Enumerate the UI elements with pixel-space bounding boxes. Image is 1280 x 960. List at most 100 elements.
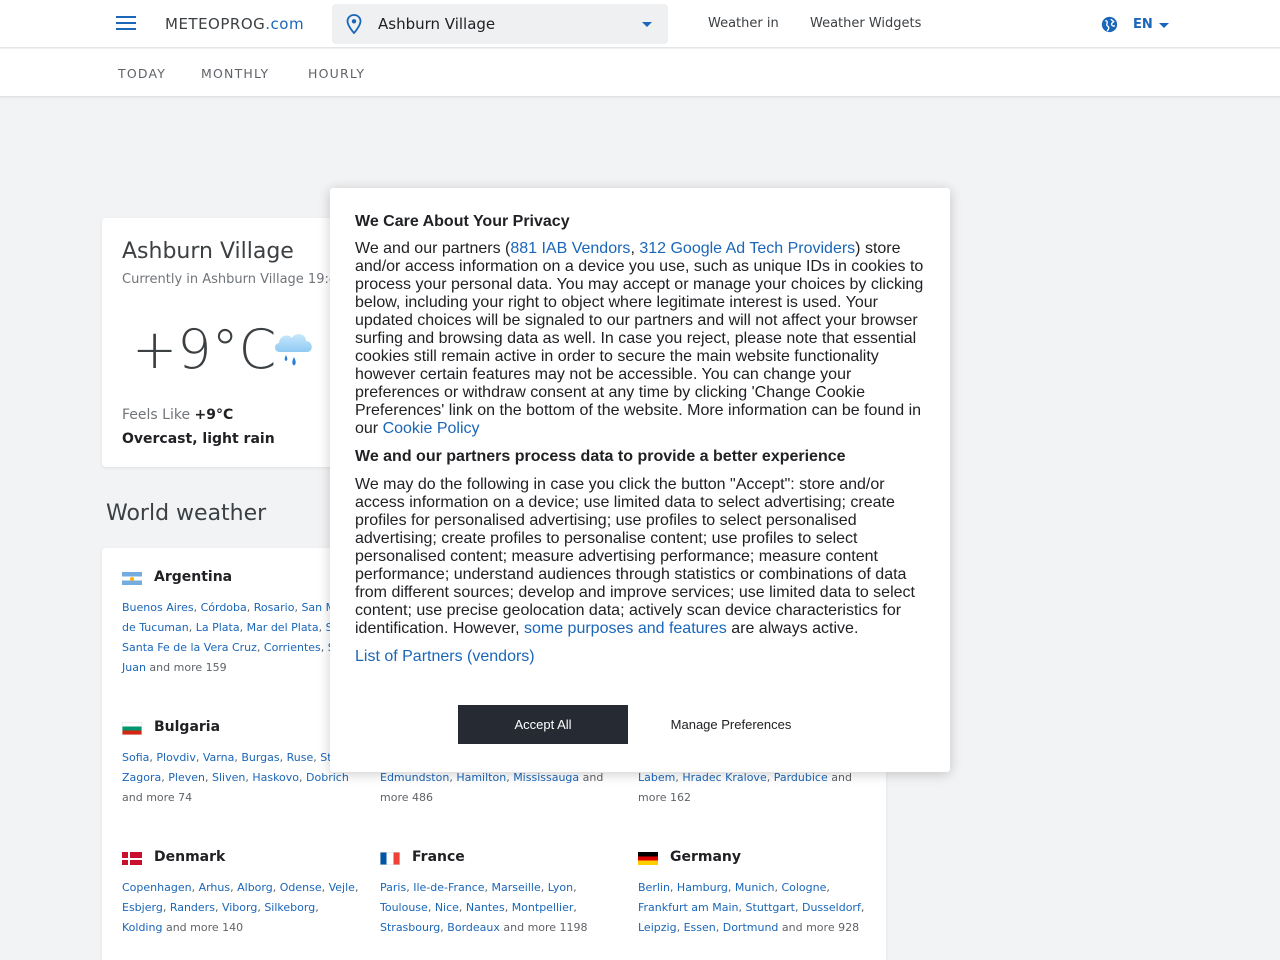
city-link[interactable]: Leipzig [638, 921, 677, 934]
city-link[interactable]: Pleven [168, 771, 205, 784]
city-list: Buenos Aires, Córdoba, Rosario, San Migu… [122, 598, 362, 678]
country-header: Denmark [122, 848, 362, 868]
partners-list-link[interactable]: List of Partners (vendors) [355, 648, 535, 666]
city-link[interactable]: Ile-de-France [413, 881, 484, 894]
site-logo[interactable]: METEOPROG.com [165, 15, 304, 33]
tab-hourly[interactable]: HOURLY [308, 66, 365, 81]
city-link[interactable]: Nice [435, 901, 459, 914]
flag-cross [122, 857, 142, 860]
country-name[interactable]: Germany [670, 849, 741, 865]
city-link[interactable]: Cologne [781, 881, 826, 894]
city-link[interactable]: Hamilton [456, 771, 506, 784]
separator: , [318, 621, 326, 634]
city-link[interactable]: Lyon [548, 881, 573, 894]
city-link[interactable]: Berlin [638, 881, 670, 894]
city-link[interactable]: Silkeborg [264, 901, 315, 914]
city-link[interactable]: Dobrich [306, 771, 349, 784]
city-link[interactable]: Edmundston [380, 771, 449, 784]
consent-subtitle: We and our partners process data to prov… [355, 448, 846, 465]
separator: , [214, 901, 222, 914]
city-link[interactable]: Nantes [466, 901, 505, 914]
chevron-down-icon[interactable] [642, 22, 652, 27]
city-link[interactable]: Burgas [241, 751, 279, 764]
city-link[interactable]: Pardubice [774, 771, 828, 784]
city-link[interactable]: Corrientes [264, 641, 321, 654]
current-temperature: +9°C [132, 318, 277, 381]
city-link[interactable]: Frankfurt am Main [638, 901, 739, 914]
city-link[interactable]: Odense [280, 881, 322, 894]
city-link[interactable]: Bordeaux [447, 921, 500, 934]
city-link[interactable]: Sliven [212, 771, 245, 784]
city-link[interactable]: Stuttgart [746, 901, 795, 914]
cloud-rain-icon [274, 334, 312, 366]
city-link[interactable]: Varna [203, 751, 234, 764]
city-link[interactable]: Mar del Plata [247, 621, 319, 634]
city-list: Paris, Ile-de-France, Marseille, Lyon, T… [380, 878, 620, 938]
city-link[interactable]: Esbjerg [122, 901, 163, 914]
nav-weather-in[interactable]: Weather in [708, 16, 779, 31]
city-link[interactable]: Toulouse [380, 901, 428, 914]
tab-monthly[interactable]: MONTHLY [201, 66, 269, 81]
google-providers-link[interactable]: 312 Google Ad Tech Providers [639, 240, 855, 257]
city-link[interactable]: Strasbourg [380, 921, 440, 934]
city-link[interactable]: Kolding [122, 921, 162, 934]
nav-weather-widgets[interactable]: Weather Widgets [810, 16, 921, 31]
country-name[interactable]: Bulgaria [154, 719, 220, 735]
city-link[interactable]: Córdoba [201, 601, 247, 614]
more-cities-count[interactable]: and more 140 [162, 921, 243, 934]
iab-vendors-link[interactable]: 881 IAB Vendors [510, 240, 630, 257]
separator: , [794, 901, 802, 914]
city-link[interactable]: Essen [684, 921, 716, 934]
city-link[interactable]: Munich [735, 881, 775, 894]
city-link[interactable]: Alborg [237, 881, 273, 894]
city-link[interactable]: Viborg [222, 901, 257, 914]
world-weather-title: World weather [106, 501, 267, 526]
separator: , [162, 901, 170, 914]
separator: , [766, 771, 774, 784]
more-cities-count[interactable]: and more 928 [778, 921, 859, 934]
country-name[interactable]: France [412, 849, 465, 865]
cookie-policy-link[interactable]: Cookie Policy [383, 420, 480, 437]
separator: , [458, 901, 466, 914]
feels-like-label: Feels Like [122, 407, 191, 423]
country-name[interactable]: Argentina [154, 569, 232, 585]
city-link[interactable]: Hradec Kralove [682, 771, 766, 784]
city-link[interactable]: Santa Fe de la Vera Cruz [122, 641, 257, 654]
city-link[interactable]: La Plata [196, 621, 240, 634]
logo-suffix: .com [265, 15, 305, 33]
country-header: France [380, 848, 620, 868]
city-link[interactable]: Dusseldorf [802, 901, 861, 914]
city-link[interactable]: Randers [170, 901, 215, 914]
accept-all-button[interactable]: Accept All [458, 705, 628, 744]
separator: , [484, 881, 492, 894]
location-search[interactable]: Ashburn Village [332, 4, 668, 44]
more-cities-count[interactable]: and more 159 [146, 661, 226, 674]
consent-purposes-paragraph: We may do the following in case you clic… [355, 476, 930, 638]
city-link[interactable]: Rosario [254, 601, 295, 614]
manage-preferences-button[interactable]: Manage Preferences [646, 705, 816, 744]
city-link[interactable]: Haskovo [252, 771, 299, 784]
menu-icon[interactable] [116, 16, 136, 32]
city-link[interactable]: Copenhagen [122, 881, 192, 894]
city-link[interactable]: Dortmund [723, 921, 779, 934]
city-link[interactable]: Montpellier [512, 901, 574, 914]
city-link[interactable]: Hamburg [677, 881, 728, 894]
tab-today[interactable]: TODAY [118, 66, 166, 81]
feels-like-value: +9°C [194, 407, 234, 423]
more-cities-count[interactable]: and more 1198 [500, 921, 587, 934]
city-link[interactable]: Mississauga [513, 771, 579, 784]
country-name[interactable]: Denmark [154, 849, 225, 865]
purposes-link[interactable]: some purposes and features [524, 620, 727, 637]
separator: , [272, 881, 280, 894]
consent-text: , [630, 240, 640, 257]
city-link[interactable]: Arhus [199, 881, 231, 894]
city-link[interactable]: Marseille [492, 881, 541, 894]
city-link[interactable]: Plovdiv [156, 751, 195, 764]
city-link[interactable]: Ruse [287, 751, 314, 764]
france-flag-icon [380, 852, 400, 865]
more-cities-count[interactable]: and more 74 [122, 791, 192, 804]
city-link[interactable]: Buenos Aires [122, 601, 194, 614]
city-link[interactable]: Paris [380, 881, 406, 894]
city-link[interactable]: Vejle [329, 881, 355, 894]
city-link[interactable]: Sofia [122, 751, 149, 764]
